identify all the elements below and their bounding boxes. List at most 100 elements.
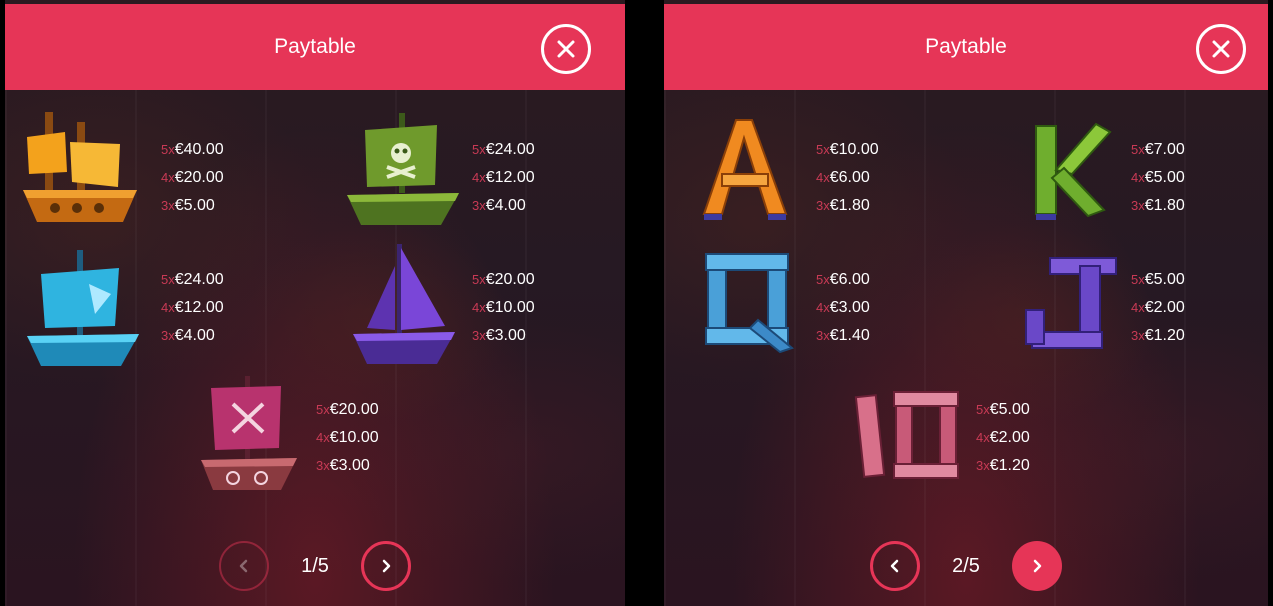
payout-row: 4x€5.00: [1131, 164, 1185, 192]
pagination: 2/5: [664, 540, 1268, 592]
golden-ship-icon: [15, 102, 145, 232]
payout-list: 5x€40.00 4x€20.00 3x€5.00: [161, 136, 224, 220]
multiplier: 5x: [472, 272, 486, 287]
payout-amount: €2.00: [1144, 299, 1185, 316]
payout-amount: €5.00: [1144, 271, 1185, 288]
payout-row: 4x€12.00: [161, 294, 224, 322]
payout-row: 3x€1.80: [1131, 192, 1185, 220]
payout-amount: €10.00: [829, 141, 879, 158]
payout-row: 3x€4.00: [472, 192, 535, 220]
payout-row: 5x€6.00: [816, 266, 870, 294]
paytable-title: Paytable: [925, 35, 1007, 58]
payout-list: 5x€20.00 4x€10.00 3x€3.00: [316, 396, 379, 480]
multiplier: 5x: [816, 142, 830, 157]
paytable-header: Paytable: [5, 4, 625, 90]
payout-row: 4x€12.00: [472, 164, 535, 192]
prev-page-button[interactable]: [870, 541, 920, 591]
page-indicator: 1/5: [301, 554, 329, 577]
multiplier: 5x: [161, 142, 175, 157]
payout-list: 5x€6.00 4x€3.00 3x€1.40: [816, 266, 870, 350]
payout-amount: €3.00: [829, 299, 870, 316]
chevron-left-icon: [890, 559, 899, 573]
payout-amount: €5.00: [1144, 169, 1185, 186]
page-indicator: 2/5: [952, 554, 980, 577]
pink-raft-icon: [183, 370, 313, 500]
payout-amount: €1.80: [1144, 197, 1185, 214]
paytable-header: Paytable: [664, 4, 1268, 90]
payout-amount: €12.00: [485, 169, 535, 186]
multiplier: 5x: [316, 402, 330, 417]
payout-amount: €20.00: [174, 169, 224, 186]
payout-amount: €40.00: [174, 141, 224, 158]
close-icon: [1212, 40, 1230, 58]
payout-row: 4x€6.00: [816, 164, 879, 192]
payout-row: 3x€1.40: [816, 322, 870, 350]
multiplier: 4x: [816, 170, 830, 185]
payout-row: 3x€5.00: [161, 192, 224, 220]
payout-amount: €20.00: [329, 401, 379, 418]
payout-amount: €20.00: [485, 271, 535, 288]
multiplier: 5x: [161, 272, 175, 287]
multiplier: 3x: [161, 328, 175, 343]
multiplier: 3x: [976, 458, 990, 473]
payout-row: 3x€1.80: [816, 192, 879, 220]
chevron-right-icon: [1033, 559, 1042, 573]
close-button[interactable]: [1196, 24, 1246, 74]
letter-j-icon: [1016, 250, 1126, 360]
prev-page-button[interactable]: [219, 541, 269, 591]
chevron-left-icon: [239, 559, 248, 573]
payout-list: 5x€10.00 4x€6.00 3x€1.80: [816, 136, 879, 220]
multiplier: 4x: [472, 170, 486, 185]
multiplier: 5x: [1131, 142, 1145, 157]
multiplier: 3x: [472, 328, 486, 343]
multiplier: 5x: [976, 402, 990, 417]
payout-amount: €1.20: [989, 457, 1030, 474]
multiplier: 4x: [816, 300, 830, 315]
payout-list: 5x€24.00 4x€12.00 3x€4.00: [161, 266, 224, 350]
multiplier: 5x: [472, 142, 486, 157]
payout-row: 4x€10.00: [316, 424, 379, 452]
multiplier: 5x: [816, 272, 830, 287]
payout-amount: €1.80: [829, 197, 870, 214]
paytable-panel-page-2: Paytable 5x€10.00 4x€6.00 3x€1.80 5x€7.0…: [664, 0, 1268, 606]
payout-row: 4x€3.00: [816, 294, 870, 322]
payout-list: 5x€5.00 4x€2.00 3x€1.20: [1131, 266, 1185, 350]
payout-list: 5x€5.00 4x€2.00 3x€1.20: [976, 396, 1030, 480]
payout-row: 3x€1.20: [1131, 322, 1185, 350]
multiplier: 3x: [161, 198, 175, 213]
letter-a-icon: [690, 112, 800, 222]
multiplier: 3x: [816, 328, 830, 343]
chevron-right-icon: [382, 559, 391, 573]
multiplier: 3x: [1131, 328, 1145, 343]
multiplier: 3x: [816, 198, 830, 213]
payout-row: 3x€3.00: [316, 452, 379, 480]
next-page-button[interactable]: [361, 541, 411, 591]
payout-row: 4x€10.00: [472, 294, 535, 322]
payout-row: 5x€5.00: [976, 396, 1030, 424]
multiplier: 4x: [161, 300, 175, 315]
paytable-panel-page-1: Paytable 5x€40.00 4x€20.00 3x€5.00 5x€24…: [5, 0, 625, 606]
payout-row: 5x€24.00: [472, 136, 535, 164]
payout-list: 5x€20.00 4x€10.00 3x€3.00: [472, 266, 535, 350]
payout-row: 5x€20.00: [316, 396, 379, 424]
payout-row: 5x€10.00: [816, 136, 879, 164]
payout-row: 3x€3.00: [472, 322, 535, 350]
close-button[interactable]: [541, 24, 591, 74]
payout-row: 5x€20.00: [472, 266, 535, 294]
multiplier: 5x: [1131, 272, 1145, 287]
payout-amount: €10.00: [485, 299, 535, 316]
payout-amount: €3.00: [329, 457, 370, 474]
payout-list: 5x€7.00 4x€5.00 3x€1.80: [1131, 136, 1185, 220]
payout-amount: €1.40: [829, 327, 870, 344]
payout-amount: €1.20: [1144, 327, 1185, 344]
paytable-title: Paytable: [274, 35, 356, 58]
payout-row: 5x€40.00: [161, 136, 224, 164]
payout-row: 5x€24.00: [161, 266, 224, 294]
multiplier: 4x: [161, 170, 175, 185]
green-pirate-ship-icon: [337, 105, 467, 235]
multiplier: 4x: [976, 430, 990, 445]
next-page-button[interactable]: [1012, 541, 1062, 591]
payout-amount: €5.00: [989, 401, 1030, 418]
payout-amount: €12.00: [174, 299, 224, 316]
payout-amount: €10.00: [329, 429, 379, 446]
